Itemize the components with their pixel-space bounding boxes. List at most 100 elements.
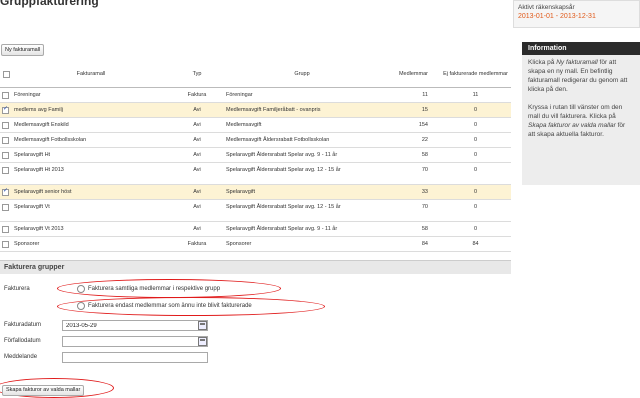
row-select-cell [0,147,12,163]
type-cell: Avi [170,102,224,118]
radio-invoice-all[interactable] [77,285,85,293]
group-cell: Spelaravgift [224,184,380,200]
column-header-group[interactable]: Grupp [224,63,380,88]
page-title: Gruppfakturering [0,0,99,8]
table-row[interactable]: Medlemsavgift Fotbollsskolan Avi Medlemsav… [0,132,511,148]
template-name-cell[interactable]: Spelaravgift Ht [12,147,170,163]
template-name-cell[interactable]: Spelaravgift Ht 2013 [12,162,170,185]
table-row[interactable]: Spelaravgift Vt Avi Spelaravgift Åldersrab… [0,199,511,222]
type-cell: Avi [170,199,224,222]
not-invoiced-cell: 0 [440,162,511,185]
radio-invoice-not-invoiced-label[interactable]: Fakturera endast medlemmar som ännu inte… [88,303,252,309]
column-header-type[interactable]: Typ [170,63,224,88]
fiscal-year-label: Aktivt räkenskapsår [518,4,575,11]
not-invoiced-cell: 0 [440,221,511,237]
type-cell: Avi [170,147,224,163]
new-template-button[interactable]: Ny fakturamall [1,44,45,56]
not-invoiced-cell: 0 [440,199,511,222]
type-cell: Avi [170,162,224,185]
due-date-input[interactable] [62,336,208,347]
group-cell: Spelaravgift Åldersrabatt Spelar avg. 9 … [224,221,380,237]
not-invoiced-cell: 0 [440,117,511,133]
row-select-cell [0,162,12,185]
template-name-cell[interactable]: Föreningar [12,87,170,103]
column-header-name[interactable]: Fakturamall [12,63,170,88]
members-cell: 11 [380,87,440,103]
row-select-cell [0,199,12,222]
row-checkbox[interactable] [2,188,9,196]
group-cell: Medlemsavgift Familjeråbatt - ovanpris [224,102,380,118]
type-cell: Avi [170,117,224,133]
template-name-cell[interactable]: Spelaravgift Vt 2013 [12,221,170,237]
members-cell: 70 [380,162,440,185]
not-invoiced-cell: 0 [440,102,511,118]
radio-invoice-all-label[interactable]: Fakturera samtliga medlemmar i respektiv… [88,286,220,292]
row-select-cell [0,221,12,237]
template-name-cell[interactable]: Spelaravgift senior höst [12,184,170,200]
type-cell: Faktura [170,236,224,252]
table-row[interactable]: Föreningar Faktura Föreningar 11 11 [0,87,511,103]
row-checkbox[interactable] [2,240,9,248]
row-checkbox[interactable] [2,151,9,159]
invoice-date-label: Fakturadatum [4,322,42,328]
row-select-cell [0,236,12,252]
radio-invoice-not-invoiced[interactable] [77,302,85,310]
table-row[interactable]: Spelaravgift senior höstAviSpelaravgift3… [0,184,511,200]
group-cell: Medlemsavgift [224,117,380,133]
template-name-cell[interactable]: medlems avg Familj [12,102,170,118]
invoice-groups-section-header: Fakturera grupper [0,260,511,274]
not-invoiced-cell: 0 [440,184,511,200]
select-all-checkbox[interactable] [2,71,10,79]
message-input[interactable] [62,352,208,363]
row-select-cell [0,117,12,133]
row-select-cell [0,87,12,103]
row-select-cell [0,132,12,148]
invoice-date-input[interactable] [62,320,208,331]
column-header-not-invoiced[interactable]: Ej fakturerade medlemmar [440,63,511,88]
members-cell: 58 [380,147,440,163]
row-checkbox[interactable] [2,106,9,114]
table-row[interactable]: Spelaravgift Vt 2013 Avi Spelaravgift Ålde… [0,221,511,237]
type-cell: Avi [170,132,224,148]
row-checkbox[interactable] [2,203,9,211]
row-checkbox[interactable] [2,121,9,129]
table-row[interactable]: Sponsorer Faktura Sponsorer 84 84 [0,236,511,252]
members-cell: 15 [380,102,440,118]
info-panel-title: Information [522,42,640,55]
type-cell: Faktura [170,87,224,103]
fiscal-year-box: Aktivt räkenskapsår 2013-01-01 - 2013-12… [513,0,640,28]
not-invoiced-cell: 0 [440,132,511,148]
table-row[interactable]: Medlemsavgift Enskild Avi Medlemsavgift 154… [0,117,511,133]
row-checkbox[interactable] [2,136,9,144]
group-cell: Sponsorer [224,236,380,252]
create-invoices-button[interactable]: Skapa fakturor av valda mallar [2,385,85,396]
row-select-cell [0,184,12,200]
invoice-mode-label: Fakturera [4,286,30,292]
type-cell: Avi [170,221,224,237]
table-row[interactable]: Spelaravgift Ht Avi Spelaravgift Åldersrab… [0,147,511,163]
column-header-members[interactable]: Medlemmar [380,63,440,88]
row-checkbox[interactable] [2,225,9,233]
due-date-calendar-icon[interactable] [198,337,207,346]
invoice-template-table: Fakturamall Typ Grupp Medlemmar Ej faktu… [0,63,511,252]
table-row[interactable]: Spelaravgift Ht 2013 Avi Spelaravgift Ålde… [0,162,511,185]
select-all-header [0,63,12,88]
template-name-cell[interactable]: Sponsorer [12,236,170,252]
group-cell: Spelaravgift Åldersrabatt Spelar avg. 9 … [224,147,380,163]
members-cell: 84 [380,236,440,252]
info-panel-body: Klicka på Ny fakturamall för att skapa e… [522,55,640,185]
group-cell: Spelaravgift Åldersrabatt Spelar avg. 12… [224,199,380,222]
message-label: Meddelande [4,354,38,360]
template-name-cell[interactable]: Spelaravgift Vt [12,199,170,222]
members-cell: 154 [380,117,440,133]
fiscal-year-value[interactable]: 2013-01-01 - 2013-12-31 [518,12,635,21]
table-row[interactable]: medlems avg FamiljAviMedlemsavgift Famil… [0,102,511,118]
row-checkbox[interactable] [2,166,9,174]
row-checkbox[interactable] [2,91,9,99]
invoice-date-calendar-icon[interactable] [198,321,207,330]
group-cell: Medlemsavgift Åldersrabatt Fotbollsskola… [224,132,380,148]
template-name-cell[interactable]: Medlemsavgift Enskild [12,117,170,133]
info-paragraph-2: Kryssa i rutan till vänster om den mall … [528,104,626,138]
members-cell: 33 [380,184,440,200]
template-name-cell[interactable]: Medlemsavgift Fotbollsskolan [12,132,170,148]
